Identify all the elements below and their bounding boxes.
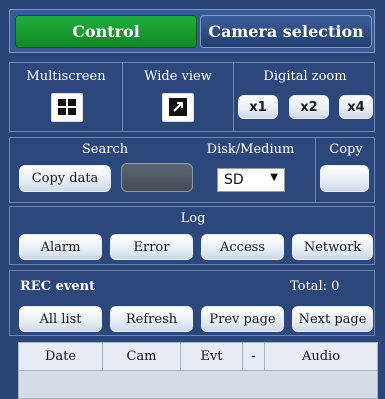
log-access-button[interactable]: Access <box>201 234 284 260</box>
log-section: Log Alarm Error Access Network <box>9 206 375 265</box>
zoom-x1-button[interactable]: x1 <box>238 95 278 119</box>
disk-medium-label: Disk/Medium <box>206 142 295 157</box>
view-section: Multiscreen Wide view Digital zoom x1 x2… <box>9 62 375 132</box>
event-table-header: Date Cam Evt - Audio <box>18 342 378 371</box>
search-section: Search Copy data Disk/Medium SD ▼ Copy <box>9 137 375 203</box>
refresh-button[interactable]: Refresh <box>110 306 193 332</box>
expand-arrow-icon <box>169 98 187 116</box>
zoom-x2-button[interactable]: x2 <box>289 95 329 119</box>
multiscreen-button[interactable] <box>51 93 83 122</box>
rec-event-total: Total: 0 <box>290 279 340 294</box>
digital-zoom-label: Digital zoom <box>263 69 347 84</box>
prev-page-button[interactable]: Prev page <box>201 306 284 332</box>
tab-control[interactable]: Control <box>15 15 197 48</box>
disk-medium-value: SD <box>224 172 244 188</box>
wide-view-label: Wide view <box>144 69 212 84</box>
disk-medium-select[interactable]: SD ▼ <box>217 168 285 192</box>
column-date[interactable]: Date <box>19 343 103 370</box>
tab-camera-selection[interactable]: Camera selection <box>200 15 372 48</box>
search-field[interactable] <box>121 163 193 192</box>
copy-data-button[interactable]: Copy data <box>19 165 111 192</box>
log-label: Log <box>180 211 206 226</box>
column-evt[interactable]: Evt <box>181 343 243 370</box>
zoom-x4-button[interactable]: x4 <box>339 95 373 119</box>
search-label: Search <box>81 142 129 157</box>
rec-event-section: REC event Total: 0 All list Refresh Prev… <box>9 270 375 336</box>
log-alarm-button[interactable]: Alarm <box>19 234 102 260</box>
log-network-button[interactable]: Network <box>292 234 373 260</box>
dropdown-arrow-icon: ▼ <box>270 172 278 183</box>
column-dash[interactable]: - <box>243 343 265 370</box>
tab-bar: Control Camera selection <box>9 9 375 53</box>
log-error-button[interactable]: Error <box>110 234 193 260</box>
rec-event-label: REC event <box>20 279 96 294</box>
control-panel: Control Camera selection Multiscreen Wid… <box>0 0 385 399</box>
multiscreen-label: Multiscreen <box>26 69 106 84</box>
event-table-body <box>18 371 378 399</box>
column-cam[interactable]: Cam <box>103 343 181 370</box>
column-audio[interactable]: Audio <box>265 343 377 370</box>
copy-button[interactable] <box>320 165 369 192</box>
copy-label: Copy <box>329 142 363 157</box>
all-list-button[interactable]: All list <box>19 306 102 332</box>
wide-view-button[interactable] <box>162 93 194 122</box>
next-page-button[interactable]: Next page <box>292 306 373 332</box>
grid-four-icon <box>58 99 76 115</box>
